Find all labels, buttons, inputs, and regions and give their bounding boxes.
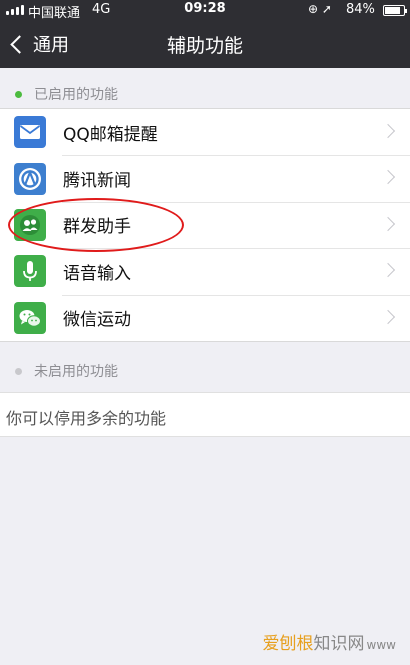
watermark-part2: 知识网 — [313, 634, 365, 654]
chevron-right-icon — [380, 309, 396, 324]
watermark: 爱刨根 知识网 www — [263, 629, 396, 654]
watermark-part1: 爱刨根 — [262, 634, 314, 654]
group-send-icon — [14, 208, 46, 241]
status-bar: 中国联通 4G 09:28 ⊕ ➚ 84% — [0, 0, 410, 21]
mail-icon — [14, 116, 46, 149]
list-item-wechat-sport[interactable]: 微信运动 — [0, 294, 410, 341]
list-item-label: 群发助手 — [63, 217, 131, 238]
microphone-icon — [14, 255, 46, 288]
list-item-qq-mail[interactable]: QQ邮箱提醒 — [0, 109, 410, 155]
page-title: 辅助功能 — [166, 35, 243, 57]
news-icon — [14, 162, 46, 195]
list-item-label: 微信运动 — [63, 310, 131, 331]
list-item-label: 语音输入 — [63, 263, 131, 284]
enabled-feature-list: QQ邮箱提醒 腾讯新闻 群发助手 语音输入 微信运动 — [0, 108, 410, 342]
chevron-right-icon — [380, 123, 396, 139]
list-item-voice-input[interactable]: 语音输入 — [0, 248, 410, 294]
list-item-group-send[interactable]: 群发助手 — [0, 201, 410, 248]
wechat-sport-icon — [14, 301, 46, 334]
disabled-header-label: 未启用的功能 — [34, 364, 118, 380]
battery-icon — [383, 5, 407, 16]
enabled-section-header: 已启用的功能 — [0, 82, 410, 106]
list-item-tencent-news[interactable]: 腾讯新闻 — [0, 155, 410, 201]
watermark-part3: www — [366, 638, 396, 652]
gray-dot-icon — [15, 367, 22, 375]
battery-percentage: 84% — [346, 2, 375, 17]
chevron-right-icon — [380, 170, 396, 185]
chevron-right-icon — [380, 263, 396, 278]
disabled-feature-box: 你可以停用多余的功能 — [0, 392, 410, 437]
disabled-section-header: 未启用的功能 — [0, 359, 410, 383]
chevron-right-icon — [380, 216, 396, 231]
navigation-bar: 中国联通 4G 09:28 ⊕ ➚ 84% 通用 辅助功能 — [0, 0, 410, 68]
enabled-header-label: 已启用的功能 — [34, 87, 118, 103]
disabled-hint: 你可以停用多余的功能 — [6, 409, 167, 428]
location-icon: ⊕ ➚ — [308, 2, 332, 16]
list-item-label: QQ邮箱提醒 — [63, 124, 158, 145]
list-item-label: 腾讯新闻 — [63, 171, 131, 192]
green-dot-icon — [15, 90, 22, 98]
